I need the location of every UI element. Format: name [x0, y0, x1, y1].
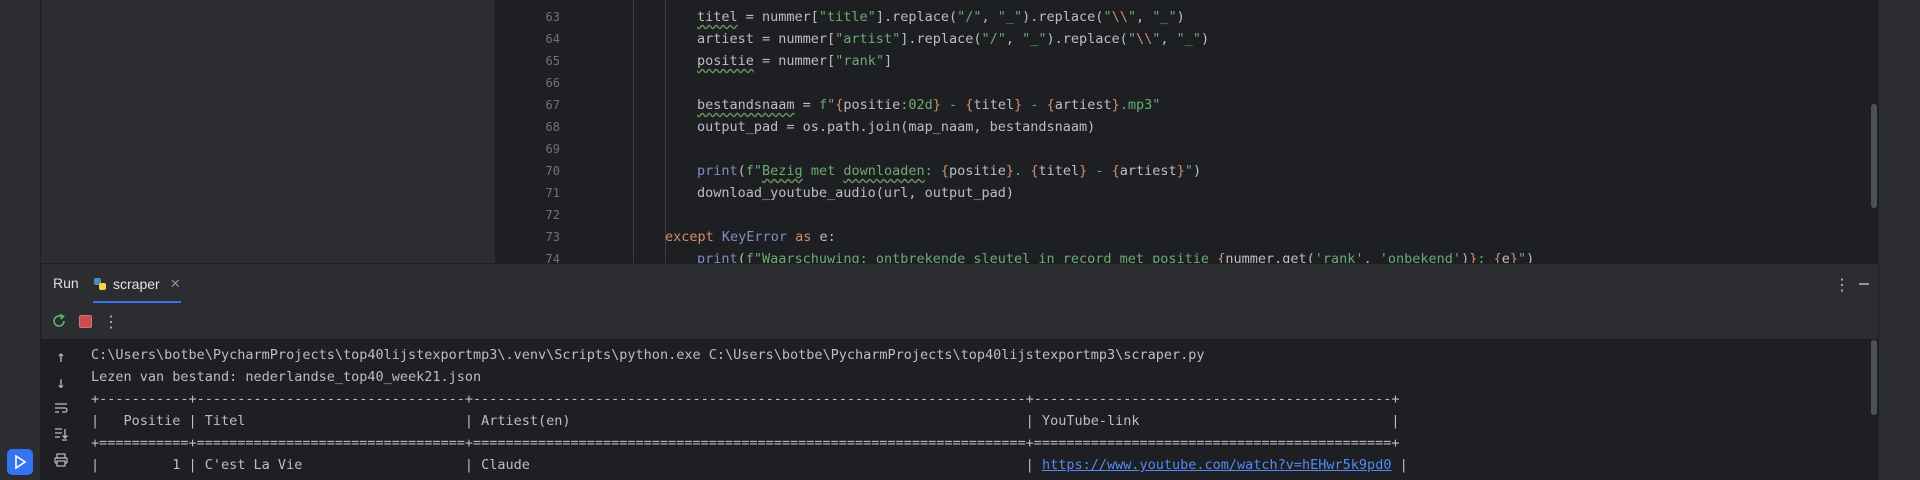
scroll-to-end-icon[interactable] [51, 424, 71, 444]
line-number: 64 [545, 32, 560, 46]
line-number: 63 [545, 10, 560, 24]
code-area[interactable]: titel = nummer["title"].replace("/", "_"… [601, 0, 1920, 263]
line-number: 70 [545, 164, 560, 178]
console-text: Lezen van bestand: nederlandse_top40_wee… [91, 369, 482, 385]
stop-icon[interactable] [75, 311, 95, 331]
project-pane [41, 0, 496, 263]
line-number: 72 [545, 208, 560, 222]
more-actions-icon[interactable]: ⋮ [101, 311, 121, 331]
console-line: C:\Users\botbe\PycharmProjects\top40lijs… [91, 344, 1205, 366]
code-line[interactable]: positie = nummer["rank"] [697, 50, 892, 72]
line-number: 65 [545, 54, 560, 68]
editor-scrollbar[interactable] [1871, 104, 1877, 208]
soft-wrap-icon[interactable] [51, 398, 71, 418]
console-text: | 1 | C'est La Vie | Claude | [91, 457, 1042, 473]
tab-label: scraper [113, 276, 160, 292]
code-line[interactable]: except KeyError as e: [665, 226, 836, 248]
minimize-icon[interactable] [1852, 272, 1876, 296]
code-line[interactable]: download_youtube_audio(url, output_pad) [697, 182, 1014, 204]
console-text: +-----------+---------------------------… [91, 391, 1400, 407]
line-number: 74 [545, 252, 560, 263]
print-icon[interactable] [51, 450, 71, 470]
console-text: +===========+===========================… [91, 435, 1400, 451]
line-number: 67 [545, 98, 560, 112]
console-line: +-----------+---------------------------… [91, 388, 1400, 410]
code-line[interactable]: bestandsnaam = f"{positie:02d} - {titel}… [697, 94, 1160, 116]
run-tool-window-icon[interactable] [7, 449, 33, 475]
console-toolbar: ↑ ↓ [41, 340, 81, 480]
tab-scraper[interactable]: scraper ✕ [93, 264, 181, 304]
console-text: | [1391, 457, 1408, 473]
indent-guide [633, 0, 634, 263]
code-line[interactable]: output_pad = os.path.join(map_naam, best… [697, 116, 1095, 138]
line-number: 66 [545, 76, 560, 90]
console-line: +===========+===========================… [91, 432, 1400, 454]
line-gutter: 63 64 65 66 67 68 69 70 71 72 73 74 [496, 0, 600, 263]
code-line[interactable]: artiest = nummer["artist"].replace("/", … [697, 28, 1209, 50]
line-number: 71 [545, 186, 560, 200]
left-tool-strip [0, 0, 41, 480]
code-editor[interactable]: 63 64 65 66 67 68 69 70 71 72 73 74 titel = nummer[… [41, 0, 1920, 263]
more-options-icon[interactable]: ⋮ [1830, 272, 1854, 296]
console-text: | Positie | Titel | Artiest(en) | YouTub… [91, 413, 1400, 429]
console-output[interactable]: ↑ ↓ C:\Users\botbe\PycharmProjects\top40… [41, 340, 1920, 480]
line-number: 69 [545, 142, 560, 156]
youtube-link[interactable]: https://www.youtube.com/watch?v=hEHwr5k9… [1042, 457, 1392, 473]
python-icon [93, 277, 107, 291]
run-panel-title: Run [53, 275, 79, 291]
arrow-up-icon[interactable]: ↑ [51, 346, 71, 366]
console-line: | 1 | C'est La Vie | Claude | https://ww… [91, 454, 1408, 476]
rerun-icon[interactable] [49, 311, 69, 331]
code-line[interactable]: print(f"Waarschuwing: ontbrekende sleute… [697, 248, 1534, 263]
line-number: 73 [545, 230, 560, 244]
console-text: C:\Users\botbe\PycharmProjects\top40lijs… [91, 347, 1205, 363]
console-line: | Positie | Titel | Artiest(en) | YouTub… [91, 410, 1400, 432]
run-panel-header: Run scraper ✕ ⋮ [41, 263, 1920, 304]
code-line[interactable]: print(f"Bezig met downloaden: {positie}.… [697, 160, 1201, 182]
right-tool-strip [1878, 0, 1920, 480]
indent-guide [665, 0, 666, 263]
console-scrollbar[interactable] [1871, 340, 1877, 415]
close-icon[interactable]: ✕ [170, 276, 181, 292]
arrow-down-icon[interactable]: ↓ [51, 372, 71, 392]
code-line[interactable]: titel = nummer["title"].replace("/", "_"… [697, 6, 1185, 28]
run-toolbar: ⋮ [41, 303, 1920, 340]
line-number: 68 [545, 120, 560, 134]
console-line: Lezen van bestand: nederlandse_top40_wee… [91, 366, 481, 388]
